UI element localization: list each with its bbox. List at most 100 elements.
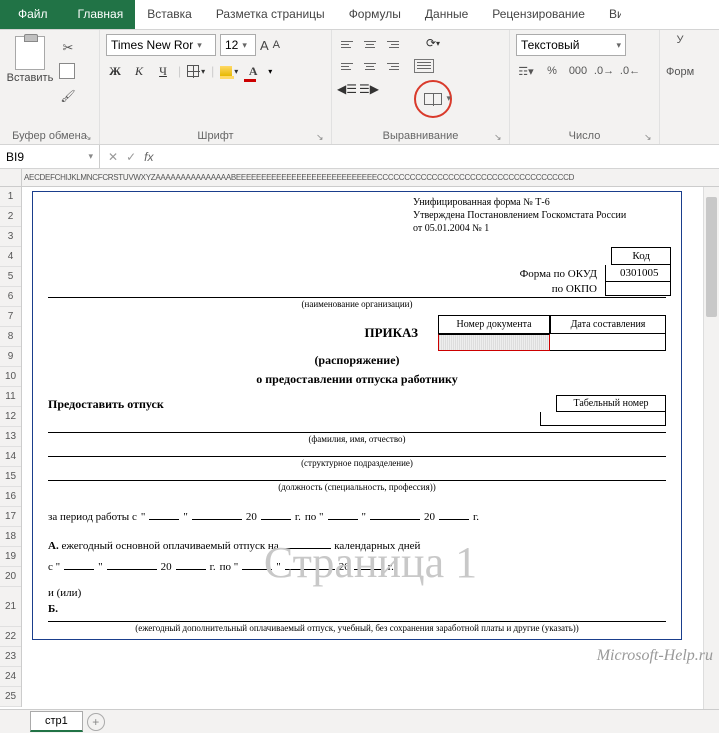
- orientation-icon[interactable]: ⟳▾: [414, 34, 452, 52]
- paste-label: Вставить: [6, 72, 54, 84]
- sheet-tabs: стр1 +: [0, 709, 719, 733]
- font-color-button[interactable]: А: [244, 62, 262, 80]
- increase-decimal-icon[interactable]: .0→: [594, 62, 614, 80]
- grant-label: Предоставить отпуск: [48, 397, 556, 412]
- group-right-cut: У Форм: [660, 30, 700, 144]
- tab-insert[interactable]: Вставка: [135, 0, 204, 29]
- underline-button[interactable]: Ч: [154, 62, 172, 80]
- tab-home[interactable]: Главная: [66, 0, 136, 29]
- form-line2: Утверждена Постановлением Госкомстата Ро…: [413, 209, 673, 222]
- grid-area[interactable]: Унифицированная форма № Т-6 Утверждена П…: [22, 187, 719, 707]
- okpo-label: по ОКПО: [552, 283, 605, 295]
- extra-hint: (ежегодный дополнительный оплачиваемый о…: [33, 622, 681, 639]
- period-pre: за период работы с: [48, 511, 137, 523]
- number-launcher[interactable]: [644, 129, 656, 141]
- cal-days: календарных дней: [334, 540, 420, 552]
- font-launcher[interactable]: [316, 129, 328, 141]
- date-doc-label: Дата составления: [550, 315, 666, 334]
- section-a-text: ежегодный основной оплачиваемый отпуск н…: [61, 540, 278, 552]
- form-line3: от 05.01.2004 № 1: [413, 222, 673, 235]
- section-b: Б.: [48, 603, 58, 615]
- decrease-decimal-icon[interactable]: .0←: [620, 62, 640, 80]
- align-left-icon[interactable]: [338, 56, 358, 76]
- grow-font-icon[interactable]: A: [260, 38, 269, 53]
- kod-label: Код: [611, 247, 671, 265]
- add-sheet-button[interactable]: +: [87, 713, 105, 731]
- org-hint: (наименование организации): [33, 298, 681, 315]
- fio-hint: (фамилия, имя, отчество): [33, 433, 681, 450]
- tab-file[interactable]: Файл: [0, 0, 66, 29]
- align-top-icon[interactable]: [338, 34, 358, 54]
- site-watermark: Microsoft-Help.ru: [597, 647, 713, 665]
- currency-icon[interactable]: ☶▾: [516, 62, 536, 80]
- formula-input[interactable]: [161, 145, 719, 168]
- align-center-icon[interactable]: [360, 56, 380, 76]
- bold-button[interactable]: Ж: [106, 62, 124, 80]
- percent-icon[interactable]: %: [542, 62, 562, 80]
- clipboard-launcher[interactable]: [84, 129, 96, 141]
- comma-icon[interactable]: 000: [568, 62, 588, 80]
- row-headers[interactable]: 123 456 789 101112 131415 161718 1920 21…: [0, 187, 22, 707]
- group-alignment-label: Выравнивание: [338, 127, 503, 142]
- form-line1: Унифицированная форма № Т-6: [413, 196, 673, 209]
- increase-indent-icon[interactable]: ☰▶: [360, 80, 378, 98]
- shrink-font-icon[interactable]: A: [273, 39, 280, 51]
- okpo-value[interactable]: [605, 282, 671, 296]
- format-cut[interactable]: Форм: [666, 66, 694, 78]
- dept-hint: (структурное подразделение): [33, 457, 681, 474]
- worksheet: AECDEFCHIJKLMNCFCRSTUVWXYZAAAAAAAAAAAAAA…: [0, 169, 719, 709]
- num-doc-input[interactable]: [438, 334, 550, 351]
- num-doc-label: Номер документа: [438, 315, 550, 334]
- group-font: Times New Ror▾ 12▾ A A Ж К Ч | ▾ | ▾ А▾ …: [100, 30, 332, 144]
- merge-cells-button[interactable]: [414, 80, 452, 118]
- tabnum-label: Табельный номер: [556, 395, 666, 412]
- decrease-indent-icon[interactable]: ◀☰: [338, 80, 356, 98]
- doc-title: о предоставлении отпуска работнику: [33, 370, 681, 389]
- tab-formulas[interactable]: Формулы: [337, 0, 413, 29]
- alignment-launcher[interactable]: [494, 129, 506, 141]
- tab-pagelayout[interactable]: Разметка страницы: [204, 0, 337, 29]
- ribbon: Вставить Буфер обмена Times New Ror▾ 12▾…: [0, 30, 719, 145]
- tab-data[interactable]: Данные: [413, 0, 480, 29]
- select-all-corner[interactable]: [0, 169, 22, 186]
- cut-icon[interactable]: [58, 38, 78, 58]
- section-a: А.: [48, 540, 59, 552]
- copy-icon[interactable]: [58, 62, 78, 82]
- font-name-combo[interactable]: Times New Ror▾: [106, 34, 216, 56]
- number-format-combo[interactable]: Текстовый▾: [516, 34, 626, 56]
- formula-bar: BI9▾ ✕ ✓ fx: [0, 145, 719, 169]
- job-hint: (должность (специальность, профессия)): [33, 481, 681, 498]
- wrap-text-icon[interactable]: [414, 56, 434, 76]
- sheet-tab-1[interactable]: стр1: [30, 711, 83, 732]
- font-size-combo[interactable]: 12▾: [220, 34, 256, 56]
- date-doc-input[interactable]: [550, 334, 666, 351]
- vertical-scrollbar[interactable]: [703, 187, 719, 709]
- name-box[interactable]: BI9▾: [0, 145, 100, 168]
- group-number: Текстовый▾ ☶▾ % 000 .0→ .0← Число: [510, 30, 660, 144]
- tab-review[interactable]: Рецензирование: [480, 0, 597, 29]
- italic-button[interactable]: К: [130, 62, 148, 80]
- prikaz-title: ПРИКАЗ: [48, 315, 438, 341]
- group-clipboard-label: Буфер обмена: [6, 127, 93, 142]
- format-painter-icon[interactable]: [58, 86, 78, 106]
- group-clipboard: Вставить Буфер обмена: [0, 30, 100, 144]
- fx-icon[interactable]: fx: [144, 150, 153, 164]
- align-middle-icon[interactable]: [360, 34, 380, 54]
- tabnum-input[interactable]: [540, 412, 666, 426]
- rasp: (распоряжение): [33, 351, 681, 370]
- cancel-icon[interactable]: ✕: [108, 150, 118, 164]
- column-headers[interactable]: AECDEFCHIJKLMNCFCRSTUVWXYZAAAAAAAAAAAAAA…: [22, 169, 574, 186]
- ribbon-tabs: Файл Главная Вставка Разметка страницы Ф…: [0, 0, 719, 30]
- align-right-icon[interactable]: [382, 56, 402, 76]
- paste-icon: [15, 36, 45, 70]
- okud-label: Форма по ОКУД: [520, 268, 605, 280]
- tab-view[interactable]: Ви: [597, 0, 621, 29]
- fill-color-button[interactable]: ▾: [220, 62, 238, 80]
- paste-button[interactable]: Вставить: [6, 34, 54, 84]
- border-button[interactable]: ▾: [187, 62, 205, 80]
- cond-format-cut[interactable]: У: [666, 34, 694, 46]
- group-alignment: ◀☰ ☰▶ ⟳▾ Выравнивание: [332, 30, 510, 144]
- align-bottom-icon[interactable]: [382, 34, 402, 54]
- okud-value: 0301005: [605, 265, 671, 282]
- enter-icon[interactable]: ✓: [126, 150, 136, 164]
